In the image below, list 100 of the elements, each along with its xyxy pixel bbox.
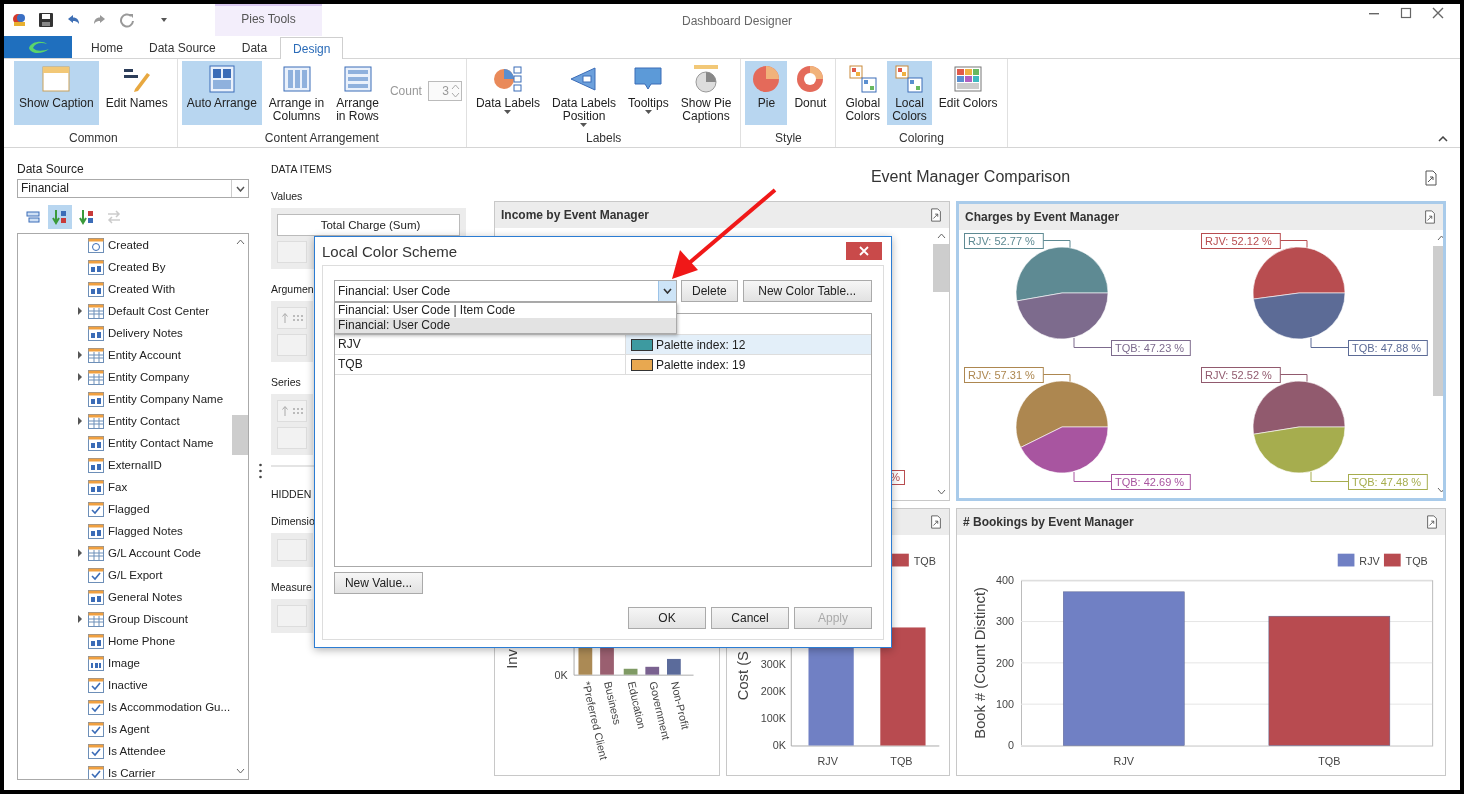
expand-icon[interactable] <box>76 350 84 360</box>
field-item[interactable]: Is Carrier <box>18 762 232 779</box>
export-icon[interactable] <box>929 208 943 222</box>
export-icon[interactable] <box>1423 170 1439 186</box>
field-item[interactable]: Inactive <box>18 674 232 696</box>
scroll-down-icon[interactable] <box>1436 487 1443 493</box>
ribbon-tab[interactable]: Data <box>228 36 281 58</box>
scrollbar-thumb[interactable] <box>933 244 949 292</box>
field-item[interactable]: Created With <box>18 278 232 300</box>
field-item[interactable]: Flagged <box>18 498 232 520</box>
scroll-up-icon[interactable] <box>1436 235 1443 241</box>
ribbon-button[interactable]: Donut <box>789 61 832 125</box>
text-field-icon <box>88 633 104 649</box>
customize-caret-icon[interactable] <box>160 16 168 24</box>
axis-tick-label: 200 <box>996 656 1015 669</box>
field-item[interactable]: Image <box>18 652 232 674</box>
sort-ascending-button[interactable] <box>48 205 72 229</box>
field-item[interactable]: ExternalID <box>18 454 232 476</box>
scroll-up-icon[interactable] <box>936 233 946 239</box>
ribbon-group-label: Coloring <box>898 130 945 145</box>
field-item[interactable]: G/L Export <box>18 564 232 586</box>
ribbon-button[interactable]: Pie <box>745 61 788 125</box>
data-label: TQB: 47.23 % <box>1115 342 1185 354</box>
cancel-button[interactable]: Cancel <box>711 607 789 629</box>
ribbon-button[interactable]: Show Pie Captions <box>675 61 737 125</box>
delete-button[interactable]: Delete <box>681 280 738 302</box>
field-item[interactable]: Flagged Notes <box>18 520 232 542</box>
ribbon-tab[interactable]: Design <box>280 37 344 59</box>
dropdown-option[interactable]: Financial: User Code | Item Code <box>335 303 676 318</box>
data-label: TQB: 42.69 % <box>1115 476 1185 488</box>
export-icon[interactable] <box>929 515 943 529</box>
dropdown-option[interactable]: Financial: User Code <box>335 318 676 333</box>
field-item[interactable]: Default Cost Center <box>18 300 232 322</box>
ribbon-button[interactable]: Auto Arrange <box>181 61 262 125</box>
splitter-handle-icon[interactable] <box>258 463 262 479</box>
dashboard-title: Event Manager Comparison <box>870 168 1071 186</box>
field-item[interactable]: Is Attendee <box>18 740 232 762</box>
scroll-up-icon[interactable] <box>235 239 245 245</box>
field-item[interactable]: Fax <box>18 476 232 498</box>
data-label: RJV: 52.77 % <box>964 233 1044 249</box>
export-icon[interactable] <box>1423 210 1437 224</box>
field-item[interactable]: Is Agent <box>18 718 232 740</box>
scroll-down-icon[interactable] <box>936 489 946 495</box>
field-item[interactable]: Is Accommodation Gu... <box>18 696 232 718</box>
grid-row[interactable]: RJV Palette index: 12 <box>335 335 871 355</box>
legend-label: TQB <box>913 554 936 567</box>
expand-icon[interactable] <box>76 416 84 426</box>
grid-row[interactable]: TQB Palette index: 19 <box>335 355 871 375</box>
axis-title: Book # (Count Distinct) <box>971 587 988 739</box>
field-item[interactable]: Created By <box>18 256 232 278</box>
field-item[interactable]: G/L Account Code <box>18 542 232 564</box>
ok-button[interactable]: OK <box>628 607 706 629</box>
close-button[interactable] <box>846 242 882 260</box>
ribbon-button[interactable]: Show Caption <box>14 61 99 125</box>
new-value-button[interactable]: New Value... <box>334 572 423 594</box>
expand-icon[interactable] <box>76 306 84 316</box>
field-item[interactable]: Entity Company <box>18 366 232 388</box>
field-item[interactable]: Group Discount <box>18 608 232 630</box>
field-item[interactable]: Entity Contact Name <box>18 432 232 454</box>
expand-icon[interactable] <box>76 614 84 624</box>
field-item[interactable]: Entity Account <box>18 344 232 366</box>
refresh-icon[interactable] <box>119 12 135 28</box>
close-icon[interactable] <box>1432 7 1444 19</box>
table-cell: TQB <box>335 355 626 374</box>
ribbon-button[interactable]: Arrange in Rows <box>331 61 384 125</box>
export-icon[interactable] <box>1425 515 1439 529</box>
ribbon-button[interactable]: Data Labels <box>470 61 545 125</box>
field-item[interactable]: Delivery Notes <box>18 322 232 344</box>
scroll-down-icon[interactable] <box>235 768 245 774</box>
ribbon-button[interactable]: Edit Names <box>100 61 173 125</box>
new-color-table-button[interactable]: New Color Table... <box>742 280 872 302</box>
data-item[interactable]: Total Charge (Sum) <box>277 214 460 236</box>
field-item[interactable]: General Notes <box>18 586 232 608</box>
checkbox-field-icon <box>88 765 104 779</box>
expand-icon[interactable] <box>76 372 84 382</box>
ribbon-button[interactable]: Tooltips <box>623 61 674 125</box>
field-item[interactable]: Entity Company Name <box>18 388 232 410</box>
chart-panel[interactable]: Charges by Event Manager RJV: 52.77 % TQB: 47.23 % RJV: 52.12 % TQB: 47.88 % RJV: 57.31 % TQB: 42.69 % RJV: 52.52 % TQB: 47.48 % <box>956 201 1446 501</box>
checkbox-field-icon <box>88 721 104 737</box>
field-item[interactable]: Entity Contact <box>18 410 232 432</box>
ribbon-tab[interactable]: Data Source <box>136 36 229 58</box>
ribbon-group-label: Common <box>68 130 119 145</box>
maximize-icon[interactable] <box>1400 7 1412 19</box>
expand-icon[interactable] <box>76 548 84 558</box>
file-menu-button[interactable] <box>4 36 72 58</box>
ribbon-button[interactable]: Arrange in Columns <box>263 61 330 125</box>
ribbon-button[interactable]: Global Colors <box>840 61 886 125</box>
field-item[interactable]: Home Phone <box>18 630 232 652</box>
app-icon[interactable] <box>11 12 27 28</box>
color-scheme-dropdown[interactable]: Financial: User Code <box>334 280 677 302</box>
ribbon-tab[interactable]: Home <box>78 36 136 58</box>
collapse-ribbon-icon[interactable] <box>1438 136 1448 142</box>
scrollbar-thumb[interactable] <box>232 415 248 455</box>
ribbon-button[interactable]: Local Colors <box>887 61 932 125</box>
save-icon[interactable] <box>38 12 54 28</box>
data-source-dropdown[interactable]: Financial <box>17 179 249 198</box>
ribbon-button[interactable]: Edit Colors <box>933 61 1003 125</box>
field-item[interactable]: Created <box>18 234 232 256</box>
axis-tick-label: 100K <box>760 712 786 725</box>
ribbon-button[interactable]: Data Labels Position <box>546 61 621 125</box>
